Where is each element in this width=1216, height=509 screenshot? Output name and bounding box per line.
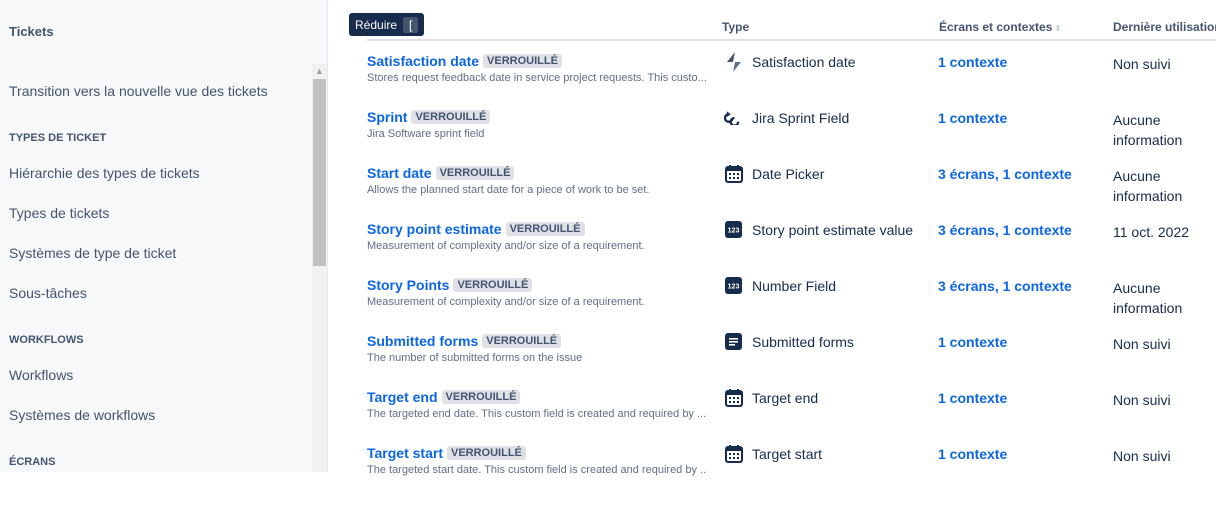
table-row: Story point estimate VERROUILLÉ Measureme…: [0, 221, 1216, 285]
field-name[interactable]: Story Points: [367, 277, 449, 293]
field-type: 123 Number Field: [724, 276, 836, 295]
collapse-label: Réduire: [355, 17, 398, 32]
last-used: Non suivi: [1113, 392, 1171, 408]
field-type-label: Satisfaction date: [752, 53, 856, 70]
last-used: Non suivi: [1113, 448, 1171, 464]
locked-badge: VERROUILLÉ: [482, 334, 562, 348]
last-used: Non suivi: [1113, 56, 1171, 72]
number-icon: 123: [724, 220, 743, 239]
field-description: Measurement of complexity and/or size of…: [367, 240, 645, 252]
locked-badge: VERROUILLÉ: [483, 54, 562, 68]
contexts-link[interactable]: 1 contexte: [938, 110, 1007, 126]
field-name-link[interactable]: Target end VERROUILLÉ: [367, 389, 521, 405]
field-type-label: Submitted forms: [752, 333, 854, 350]
calendar-icon: [724, 164, 743, 183]
locked-badge: VERROUILLÉ: [505, 222, 585, 236]
field-name[interactable]: Submitted forms: [367, 333, 478, 349]
field-type: Date Picker: [724, 164, 824, 183]
field-type-label: Story point estimate value: [752, 221, 914, 238]
table-row: Satisfaction date VERROUILLÉ Stores reque…: [0, 51, 1216, 117]
field-type-label: Jira Sprint Field: [752, 109, 850, 126]
field-name-link[interactable]: Target start VERROUILLÉ: [367, 445, 526, 461]
contexts-link[interactable]: 3 écrans, 1 contexte: [938, 166, 1072, 182]
number-icon: 123: [724, 276, 743, 295]
locked-badge: VERROUILLÉ: [453, 278, 533, 292]
table-row: Target end VERROUILLÉ The targeted end da…: [0, 388, 1216, 453]
table-row: Story Points VERROUILLÉ Measurement of co…: [0, 277, 1216, 341]
field-name-link[interactable]: Sprint VERROUILLÉ: [367, 109, 491, 125]
field-description: The targeted start date. This custom fie…: [367, 464, 707, 476]
field-type: Submitted forms: [724, 332, 854, 351]
svg-text:123: 123: [728, 228, 740, 235]
field-name-link[interactable]: Satisfaction date VERROUILLÉ: [367, 53, 562, 69]
last-used: Aucune information: [1113, 168, 1183, 204]
last-used: 11 oct. 2022: [1113, 224, 1190, 240]
table-row: Submitted forms VERROUILLÉ The number of …: [0, 333, 1216, 397]
contexts-link[interactable]: 3 écrans, 1 contexte: [938, 278, 1072, 294]
contexts-link[interactable]: 1 contexte: [938, 54, 1007, 70]
sort-icon[interactable]: ⇕: [1052, 24, 1062, 33]
field-type: Satisfaction date: [724, 51, 856, 72]
contexts-link[interactable]: 1 contexte: [938, 446, 1007, 462]
field-type-label: Target start: [752, 445, 823, 462]
field-name[interactable]: Sprint: [367, 109, 407, 125]
column-screens-label: Écrans et contextes: [939, 20, 1053, 34]
field-type-label: Number Field: [752, 277, 837, 294]
column-screens[interactable]: Écrans et contextes ⇕: [939, 20, 1061, 34]
field-name[interactable]: Target end: [367, 389, 438, 405]
field-type: Target start: [724, 444, 822, 463]
last-used: Aucune information: [1113, 112, 1183, 148]
column-type: Type: [722, 20, 750, 34]
field-name-link[interactable]: Story Points VERROUILLÉ: [367, 277, 533, 293]
form-icon: [724, 332, 743, 351]
field-name[interactable]: Start date: [367, 165, 432, 181]
field-name[interactable]: Target start: [367, 445, 443, 461]
sidebar-title: Tickets: [9, 24, 54, 39]
field-type: Jira Sprint Field: [724, 108, 849, 127]
field-type-label: Date Picker: [752, 165, 825, 182]
field-type: Target end: [724, 388, 818, 407]
last-used: Aucune information: [1113, 280, 1183, 316]
field-description: Allows the planned start date for a piec…: [367, 184, 650, 196]
field-name[interactable]: Satisfaction date: [367, 53, 479, 69]
field-description: Jira Software sprint field: [367, 128, 485, 140]
column-last-used: Dernière utilisation: [1113, 20, 1216, 34]
field-name-link[interactable]: Start date VERROUILLÉ: [367, 165, 515, 181]
table-row: Start date VERROUILLÉ Allows the planned …: [0, 164, 1216, 229]
locked-badge: VERROUILLÉ: [446, 446, 526, 460]
header-divider: [367, 39, 1216, 41]
collapse-tooltip: Réduire [: [349, 13, 425, 36]
field-type-label: Target end: [752, 389, 819, 406]
field-name[interactable]: Story point estimate: [367, 221, 502, 237]
calendar-icon: [724, 444, 743, 463]
locked-badge: VERROUILLÉ: [435, 166, 515, 180]
calendar-icon: [724, 388, 743, 407]
field-name-link[interactable]: Submitted forms VERROUILLÉ: [367, 333, 562, 349]
svg-text:123: 123: [728, 284, 740, 291]
sprint-icon: [724, 108, 743, 127]
table-row: Sprint VERROUILLÉ Jira Software sprint fi…: [0, 109, 1216, 173]
contexts-link[interactable]: 1 contexte: [938, 390, 1007, 406]
contexts-link[interactable]: 3 écrans, 1 contexte: [938, 222, 1072, 238]
table-row: Target start VERROUILLÉ The targeted star…: [0, 444, 1216, 509]
field-description: Stores request feedback date in service …: [367, 72, 707, 84]
locked-badge: VERROUILLÉ: [441, 390, 521, 404]
field-name-link[interactable]: Story point estimate VERROUILLÉ: [367, 221, 585, 237]
field-description: The targeted end date. This custom field…: [367, 408, 707, 420]
field-description: The number of submitted forms on the iss…: [367, 352, 583, 364]
shortcut-key: [: [403, 16, 419, 33]
field-type: 123 Story point estimate value: [724, 220, 913, 239]
field-description: Measurement of complexity and/or size of…: [367, 296, 645, 308]
lightning-icon: [724, 51, 743, 72]
contexts-link[interactable]: 1 contexte: [938, 334, 1007, 350]
locked-badge: VERROUILLÉ: [411, 110, 491, 124]
last-used: Non suivi: [1113, 336, 1171, 352]
